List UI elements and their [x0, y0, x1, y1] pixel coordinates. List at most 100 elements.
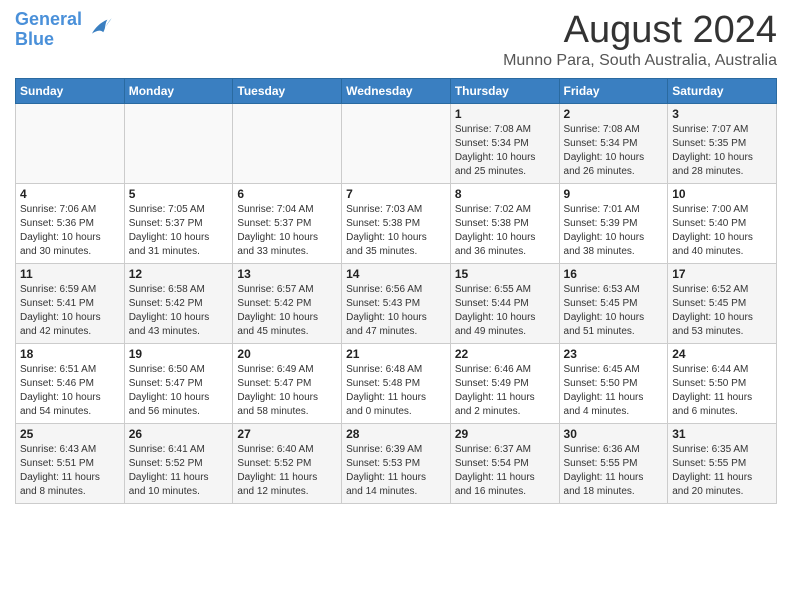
day-number: 18: [20, 347, 120, 361]
day-info: Sunrise: 7:08 AM Sunset: 5:34 PM Dayligh…: [455, 123, 555, 179]
day-info: Sunrise: 6:56 AM Sunset: 5:43 PM Dayligh…: [346, 283, 446, 339]
page-subtitle: Munno Para, South Australia, Australia: [503, 52, 777, 70]
day-info: Sunrise: 7:06 AM Sunset: 5:36 PM Dayligh…: [20, 203, 120, 259]
calendar-cell: 30 Sunrise: 6:36 AM Sunset: 5:55 PM Dayli…: [559, 423, 668, 503]
calendar-cell: 7Sunrise: 7:03 AM Sunset: 5:38 PM Daylig…: [342, 183, 451, 263]
page-title: August 2024: [503, 10, 777, 52]
day-info: Sunrise: 7:04 AM Sunset: 5:37 PM Dayligh…: [237, 203, 337, 259]
day-info: Sunrise: 6:46 AM Sunset: 5:49 PM Dayligh…: [455, 363, 555, 419]
calendar-cell: [124, 103, 233, 183]
calendar-cell: 10 Sunrise: 7:00 AM Sunset: 5:40 PM Dayli…: [668, 183, 777, 263]
calendar-cell: 17 Sunrise: 6:52 AM Sunset: 5:45 PM Dayli…: [668, 263, 777, 343]
calendar-cell: 25 Sunrise: 6:43 AM Sunset: 5:51 PM Dayli…: [16, 423, 125, 503]
weekday-header-saturday: Saturday: [668, 78, 777, 103]
day-number: 20: [237, 347, 337, 361]
day-number: 30: [564, 427, 664, 441]
calendar-cell: 22Sunrise: 6:46 AM Sunset: 5:49 PM Dayli…: [450, 343, 559, 423]
calendar-cell: [233, 103, 342, 183]
calendar-cell: 1 Sunrise: 7:08 AM Sunset: 5:34 PM Daylig…: [450, 103, 559, 183]
logo-text: GeneralBlue: [15, 10, 82, 50]
day-number: 16: [564, 267, 664, 281]
day-info: Sunrise: 6:50 AM Sunset: 5:47 PM Dayligh…: [129, 363, 229, 419]
day-number: 17: [672, 267, 772, 281]
day-number: 24: [672, 347, 772, 361]
day-info: Sunrise: 6:57 AM Sunset: 5:42 PM Dayligh…: [237, 283, 337, 339]
day-info: Sunrise: 6:48 AM Sunset: 5:48 PM Dayligh…: [346, 363, 446, 419]
day-number: 31: [672, 427, 772, 441]
day-number: 4: [20, 187, 120, 201]
calendar-cell: 21 Sunrise: 6:48 AM Sunset: 5:48 PM Dayli…: [342, 343, 451, 423]
day-number: 15: [455, 267, 555, 281]
day-info: Sunrise: 6:52 AM Sunset: 5:45 PM Dayligh…: [672, 283, 772, 339]
day-number: 6: [237, 187, 337, 201]
day-info: Sunrise: 6:35 AM Sunset: 5:55 PM Dayligh…: [672, 443, 772, 499]
day-info: Sunrise: 7:08 AM Sunset: 5:34 PM Dayligh…: [564, 123, 664, 179]
calendar-cell: 20 Sunrise: 6:49 AM Sunset: 5:47 PM Dayli…: [233, 343, 342, 423]
day-info: Sunrise: 6:41 AM Sunset: 5:52 PM Dayligh…: [129, 443, 229, 499]
day-number: 13: [237, 267, 337, 281]
calendar-cell: 6 Sunrise: 7:04 AM Sunset: 5:37 PM Daylig…: [233, 183, 342, 263]
day-number: 21: [346, 347, 446, 361]
calendar-cell: 2Sunrise: 7:08 AM Sunset: 5:34 PM Daylig…: [559, 103, 668, 183]
day-number: 14: [346, 267, 446, 281]
day-info: Sunrise: 6:39 AM Sunset: 5:53 PM Dayligh…: [346, 443, 446, 499]
day-number: 10: [672, 187, 772, 201]
weekday-header-monday: Monday: [124, 78, 233, 103]
weekday-header-sunday: Sunday: [16, 78, 125, 103]
calendar-cell: 29Sunrise: 6:37 AM Sunset: 5:54 PM Dayli…: [450, 423, 559, 503]
calendar-cell: 9 Sunrise: 7:01 AM Sunset: 5:39 PM Daylig…: [559, 183, 668, 263]
logo-bird-icon: [85, 14, 113, 42]
day-number: 26: [129, 427, 229, 441]
calendar-cell: 12Sunrise: 6:58 AM Sunset: 5:42 PM Dayli…: [124, 263, 233, 343]
day-info: Sunrise: 6:44 AM Sunset: 5:50 PM Dayligh…: [672, 363, 772, 419]
day-number: 3: [672, 107, 772, 121]
calendar-cell: 4 Sunrise: 7:06 AM Sunset: 5:36 PM Daylig…: [16, 183, 125, 263]
calendar-header: SundayMondayTuesdayWednesdayThursdayFrid…: [16, 78, 777, 103]
day-info: Sunrise: 7:07 AM Sunset: 5:35 PM Dayligh…: [672, 123, 772, 179]
day-info: Sunrise: 6:43 AM Sunset: 5:51 PM Dayligh…: [20, 443, 120, 499]
weekday-header-thursday: Thursday: [450, 78, 559, 103]
calendar-cell: 5Sunrise: 7:05 AM Sunset: 5:37 PM Daylig…: [124, 183, 233, 263]
day-number: 23: [564, 347, 664, 361]
day-info: Sunrise: 6:59 AM Sunset: 5:41 PM Dayligh…: [20, 283, 120, 339]
day-number: 7: [346, 187, 446, 201]
day-number: 27: [237, 427, 337, 441]
weekday-header-wednesday: Wednesday: [342, 78, 451, 103]
calendar-cell: 16Sunrise: 6:53 AM Sunset: 5:45 PM Dayli…: [559, 263, 668, 343]
day-info: Sunrise: 6:55 AM Sunset: 5:44 PM Dayligh…: [455, 283, 555, 339]
calendar-cell: 28 Sunrise: 6:39 AM Sunset: 5:53 PM Dayli…: [342, 423, 451, 503]
day-number: 19: [129, 347, 229, 361]
calendar-cell: 26 Sunrise: 6:41 AM Sunset: 5:52 PM Dayli…: [124, 423, 233, 503]
weekday-header-friday: Friday: [559, 78, 668, 103]
day-info: Sunrise: 6:40 AM Sunset: 5:52 PM Dayligh…: [237, 443, 337, 499]
calendar-cell: 14 Sunrise: 6:56 AM Sunset: 5:43 PM Dayli…: [342, 263, 451, 343]
day-info: Sunrise: 6:45 AM Sunset: 5:50 PM Dayligh…: [564, 363, 664, 419]
calendar-cell: 8Sunrise: 7:02 AM Sunset: 5:38 PM Daylig…: [450, 183, 559, 263]
calendar-cell: 27 Sunrise: 6:40 AM Sunset: 5:52 PM Dayli…: [233, 423, 342, 503]
title-block: August 2024 Munno Para, South Australia,…: [503, 10, 777, 70]
day-info: Sunrise: 7:00 AM Sunset: 5:40 PM Dayligh…: [672, 203, 772, 259]
calendar-cell: 15 Sunrise: 6:55 AM Sunset: 5:44 PM Dayli…: [450, 263, 559, 343]
day-info: Sunrise: 6:51 AM Sunset: 5:46 PM Dayligh…: [20, 363, 120, 419]
day-number: 5: [129, 187, 229, 201]
day-number: 11: [20, 267, 120, 281]
day-number: 25: [20, 427, 120, 441]
calendar-cell: 23 Sunrise: 6:45 AM Sunset: 5:50 PM Dayli…: [559, 343, 668, 423]
weekday-header-tuesday: Tuesday: [233, 78, 342, 103]
calendar-cell: 3 Sunrise: 7:07 AM Sunset: 5:35 PM Daylig…: [668, 103, 777, 183]
day-number: 29: [455, 427, 555, 441]
day-number: 9: [564, 187, 664, 201]
day-number: 28: [346, 427, 446, 441]
day-number: 12: [129, 267, 229, 281]
day-info: Sunrise: 6:49 AM Sunset: 5:47 PM Dayligh…: [237, 363, 337, 419]
logo: GeneralBlue: [15, 10, 113, 50]
day-info: Sunrise: 7:02 AM Sunset: 5:38 PM Dayligh…: [455, 203, 555, 259]
day-info: Sunrise: 6:36 AM Sunset: 5:55 PM Dayligh…: [564, 443, 664, 499]
calendar-cell: 13 Sunrise: 6:57 AM Sunset: 5:42 PM Dayli…: [233, 263, 342, 343]
calendar-cell: 18 Sunrise: 6:51 AM Sunset: 5:46 PM Dayli…: [16, 343, 125, 423]
day-info: Sunrise: 7:01 AM Sunset: 5:39 PM Dayligh…: [564, 203, 664, 259]
calendar-cell: 31 Sunrise: 6:35 AM Sunset: 5:55 PM Dayli…: [668, 423, 777, 503]
calendar-cell: 24 Sunrise: 6:44 AM Sunset: 5:50 PM Dayli…: [668, 343, 777, 423]
day-number: 1: [455, 107, 555, 121]
calendar-body: 1 Sunrise: 7:08 AM Sunset: 5:34 PM Daylig…: [16, 103, 777, 503]
